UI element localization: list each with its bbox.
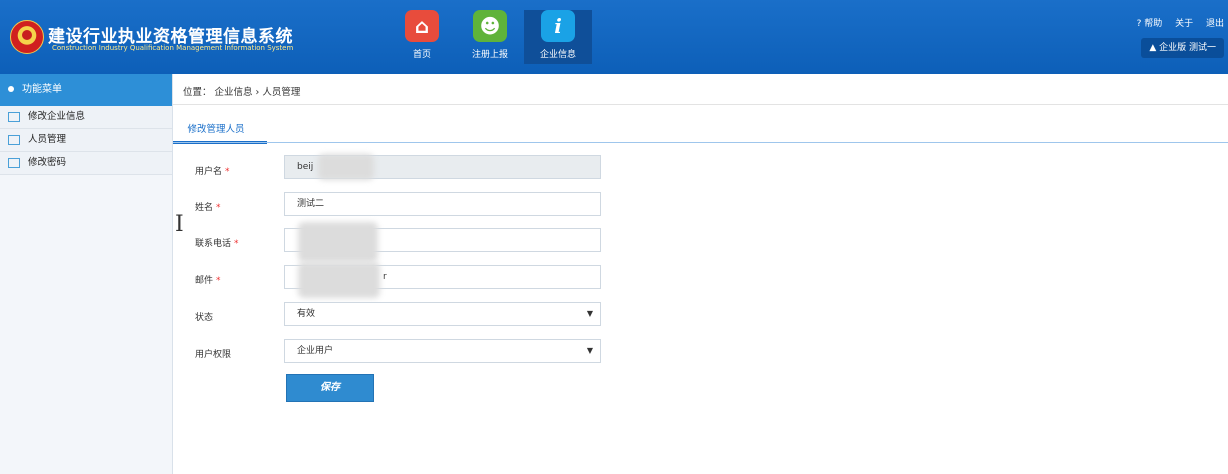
status-label: 状态: [195, 313, 214, 323]
app-header: 建设行业执业资格管理信息系统 Construction Industry Qua…: [0, 0, 1228, 74]
redaction-blur: [298, 262, 380, 298]
email-label: 邮件 *: [195, 276, 221, 286]
nav-home-button[interactable]: ⌂ 首页: [388, 10, 456, 64]
tab-divider: [173, 142, 1228, 143]
dropdown-arrow-icon: ▼: [586, 309, 593, 318]
national-emblem-logo: [10, 20, 44, 54]
text-cursor-icon: I: [175, 212, 184, 237]
user-name: 企业版 测试一: [1159, 43, 1216, 53]
sidebar-item-label: 修改企业信息: [28, 111, 86, 122]
nav-register-label: 注册上报: [471, 50, 508, 60]
help-link[interactable]: ? 帮助: [1137, 19, 1163, 29]
about-link[interactable]: 关于: [1175, 19, 1193, 29]
nav-home-label: 首页: [412, 50, 431, 60]
permission-label: 用户权限: [195, 350, 232, 360]
dropdown-arrow-icon: ▼: [586, 346, 593, 355]
name-label: 姓名 *: [195, 203, 221, 213]
top-links: ? 帮助 关于 退出: [1127, 16, 1224, 29]
sidebar-item-label: 修改密码: [28, 157, 67, 168]
list-icon: [8, 111, 20, 122]
divider: [173, 104, 1228, 105]
sidebar-item-change-password[interactable]: 修改密码: [0, 152, 172, 175]
sidebar-item-personnel[interactable]: 人员管理: [0, 129, 172, 152]
info-icon: i: [541, 10, 575, 42]
sidebar-item-label: 人员管理: [28, 134, 67, 145]
tab-edit-manager[interactable]: 修改管理人员: [173, 121, 259, 135]
menu-dot-icon: [8, 86, 14, 92]
home-icon: ⌂: [405, 10, 439, 42]
phone-label: 联系电话 *: [195, 239, 239, 249]
user-info[interactable]: ▲ 企业版 测试一: [1141, 38, 1224, 58]
nav-enterprise-label: 企业信息: [539, 50, 576, 60]
nav-enterprise-button[interactable]: i 企业信息: [524, 10, 592, 64]
list-icon: [8, 134, 20, 145]
sidebar-item-edit-enterprise[interactable]: 修改企业信息: [0, 106, 172, 129]
redaction-blur: [298, 222, 378, 262]
status-select[interactable]: 有效 ▼: [284, 302, 601, 326]
list-icon: [8, 157, 20, 168]
sidebar: 功能菜单 修改企业信息 人员管理 修改密码: [0, 74, 173, 474]
permission-select[interactable]: 企业用户 ▼: [284, 339, 601, 363]
username-label: 用户名 *: [195, 167, 230, 177]
logout-link[interactable]: 退出: [1206, 19, 1224, 29]
user-icon: ▲: [1149, 43, 1157, 53]
redaction-blur: [318, 154, 374, 180]
breadcrumb: 位置： 企业信息 › 人员管理: [183, 87, 301, 98]
app-subtitle: Construction Industry Qualification Mana…: [52, 44, 294, 52]
sidebar-title: 功能菜单: [22, 84, 62, 95]
sidebar-header: 功能菜单: [0, 74, 172, 106]
user-register-icon: ☻: [473, 10, 507, 42]
save-button[interactable]: 保存: [286, 374, 374, 402]
nav-register-button[interactable]: ☻ 注册上报: [456, 10, 524, 64]
name-field[interactable]: 测试二: [284, 192, 601, 216]
